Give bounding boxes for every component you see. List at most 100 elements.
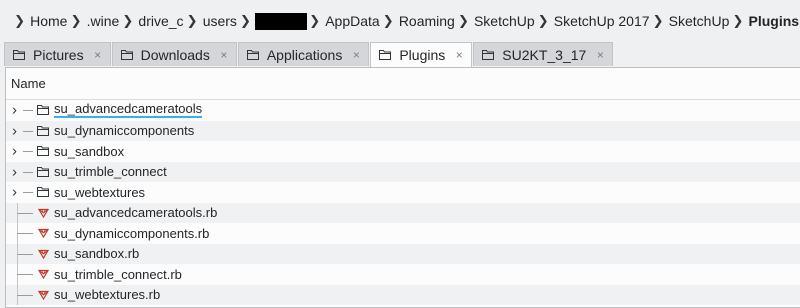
folder-icon xyxy=(36,185,50,199)
tree-branch-line xyxy=(23,130,33,132)
breadcrumb-wine[interactable]: .wine xyxy=(86,13,121,29)
folder-icon xyxy=(36,144,50,158)
tree-guide: › xyxy=(6,141,36,162)
breadcrumb-users[interactable]: users xyxy=(202,13,238,29)
chevron-right-icon: ❯ xyxy=(240,13,251,28)
breadcrumb-redacted-username[interactable] xyxy=(255,12,308,30)
chevron-right-icon: ❯ xyxy=(14,13,26,28)
expand-arrow-icon[interactable]: › xyxy=(12,144,17,159)
tree-branch-line xyxy=(17,212,33,214)
item-name: su_webtextures xyxy=(54,184,146,200)
close-icon[interactable]: × xyxy=(453,48,465,62)
breadcrumb-home[interactable]: Home xyxy=(29,13,68,29)
tree-guide xyxy=(6,243,36,264)
folder-row[interactable]: › su_dynamiccomponents xyxy=(6,120,800,142)
tree-branch-line xyxy=(17,294,33,296)
tab-label: SU2KT_3_17 xyxy=(502,46,587,63)
expand-arrow-icon[interactable]: › xyxy=(12,103,17,118)
expand-arrow-icon[interactable]: › xyxy=(12,164,17,179)
tree-branch-line xyxy=(23,110,33,112)
ruby-file-icon xyxy=(36,267,50,281)
tab-applications[interactable]: Applications × xyxy=(237,42,370,66)
close-icon[interactable]: × xyxy=(92,48,104,62)
chevron-right-icon: ❯ xyxy=(732,13,744,28)
tab-label: Pictures xyxy=(33,46,84,63)
tree-branch-line xyxy=(17,233,33,235)
chevron-right-icon: ❯ xyxy=(652,13,664,28)
close-icon[interactable]: × xyxy=(350,48,362,62)
folder-icon xyxy=(36,124,50,138)
tree-guide xyxy=(6,264,36,285)
tab-downloads[interactable]: Downloads × xyxy=(111,42,237,66)
tree-branch-line xyxy=(17,253,33,255)
breadcrumb-sketchup-sub[interactable]: SketchUp xyxy=(668,13,731,29)
folder-row[interactable]: › su_webtextures xyxy=(6,182,800,203)
tree-guide: › xyxy=(6,121,36,142)
file-row[interactable]: su_sandbox.rb xyxy=(6,243,800,264)
item-name: su_trimble_connect.rb xyxy=(54,266,182,282)
item-name: su_advancedcameratools xyxy=(54,101,203,119)
breadcrumb-sketchup-2017[interactable]: SketchUp 2017 xyxy=(553,13,651,29)
ruby-file-icon xyxy=(36,226,50,240)
column-header-name[interactable]: Name xyxy=(6,68,800,100)
file-row[interactable]: su_advancedcameratools.rb xyxy=(6,202,800,223)
folder-icon xyxy=(36,103,50,117)
tree-guide: › xyxy=(6,182,36,203)
file-row[interactable]: su_dynamiccomponents.rb xyxy=(6,223,800,244)
chevron-right-icon: ❯ xyxy=(382,13,394,28)
file-row[interactable]: su_trimble_connect.rb xyxy=(6,264,800,285)
tree-guide: › xyxy=(6,100,36,121)
close-icon[interactable]: × xyxy=(218,48,230,62)
ruby-file-icon xyxy=(36,206,50,220)
folder-icon xyxy=(246,49,259,60)
tab-plugins[interactable]: Plugins × xyxy=(370,42,473,67)
breadcrumb-sketchup[interactable]: SketchUp xyxy=(473,13,536,29)
breadcrumb-roaming[interactable]: Roaming xyxy=(398,13,456,29)
expand-arrow-icon[interactable]: › xyxy=(12,123,17,138)
breadcrumb-appdata[interactable]: AppData xyxy=(324,13,380,29)
item-name: su_dynamiccomponents.rb xyxy=(54,225,210,241)
tab-su2kt[interactable]: SU2KT_3_17 × xyxy=(473,42,614,66)
file-row[interactable]: su_webtextures.rb xyxy=(6,284,800,305)
chevron-right-icon: ❯ xyxy=(537,13,549,28)
chevron-right-icon: ❯ xyxy=(186,13,198,28)
breadcrumb-plugins[interactable]: Plugins xyxy=(747,13,800,29)
file-list: › su_advancedcameratools › su_dynamiccompon… xyxy=(6,100,800,305)
item-name: su_advancedcameratools.rb xyxy=(54,205,218,221)
item-name: su_dynamiccomponents xyxy=(54,123,195,139)
breadcrumb: ❯ Home ❯ .wine ❯ drive_c ❯ users ❯ ❯ App… xyxy=(0,0,800,42)
chevron-right-icon: ❯ xyxy=(457,13,469,28)
tree-guide xyxy=(6,202,36,223)
chevron-right-icon: ❯ xyxy=(309,13,321,28)
folder-row[interactable]: › su_sandbox xyxy=(6,141,800,162)
folder-icon xyxy=(379,50,392,60)
item-name: su_sandbox xyxy=(54,143,125,159)
folder-icon xyxy=(482,49,495,60)
item-name: su_trimble_connect xyxy=(54,164,167,180)
tab-label: Downloads xyxy=(140,46,210,63)
tab-pictures[interactable]: Pictures × xyxy=(4,42,111,66)
tab-bar: Pictures × Downloads × Applications × Pl… xyxy=(4,42,614,67)
folder-row[interactable]: › su_trimble_connect xyxy=(6,161,800,183)
folder-icon xyxy=(120,49,133,60)
breadcrumb-drive-c[interactable]: drive_c xyxy=(137,13,184,29)
folder-icon xyxy=(36,165,50,179)
chevron-right-icon: ❯ xyxy=(70,13,82,28)
tree-guide: › xyxy=(6,162,36,183)
tree-branch-line xyxy=(23,171,33,173)
item-name: su_sandbox.rb xyxy=(54,246,140,262)
tree-branch-line xyxy=(23,151,33,153)
file-list-panel: Name › su_advancedcameratools › su_dynamicc… xyxy=(5,67,800,308)
tree-guide xyxy=(6,223,36,244)
chevron-right-icon: ❯ xyxy=(122,13,134,28)
expand-arrow-icon[interactable]: › xyxy=(12,185,17,200)
tab-label: Applications xyxy=(266,46,343,63)
folder-row[interactable]: › su_advancedcameratools xyxy=(6,100,800,121)
item-name: su_webtextures.rb xyxy=(54,287,161,303)
close-icon[interactable]: × xyxy=(594,48,606,62)
folder-icon xyxy=(13,49,25,60)
tree-guide xyxy=(6,284,36,305)
tab-label: Plugins xyxy=(399,47,446,63)
ruby-file-icon xyxy=(36,288,50,302)
tree-branch-line xyxy=(23,192,33,194)
